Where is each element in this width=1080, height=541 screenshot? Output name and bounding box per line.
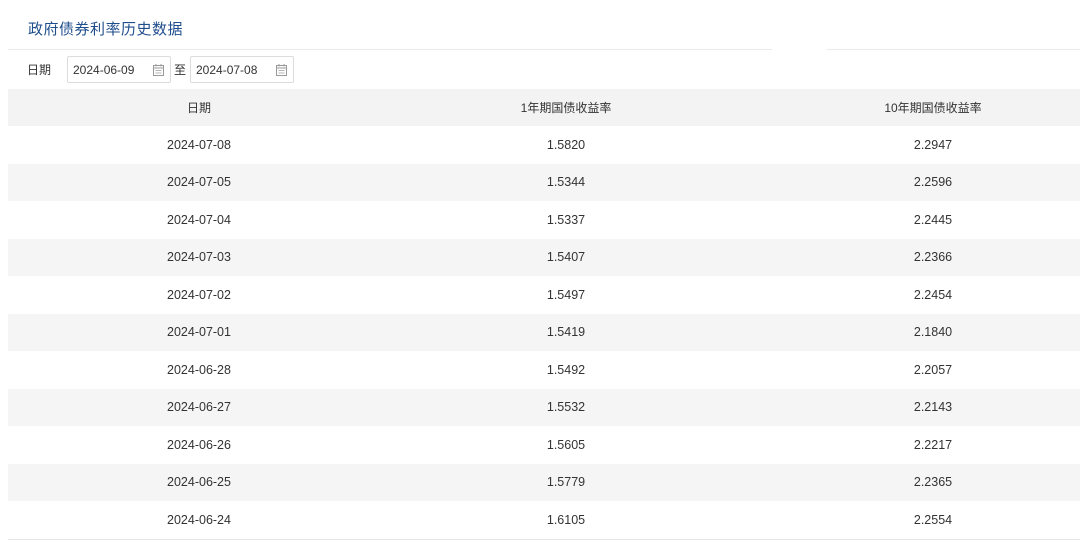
- cell-10y-yield: 2.2947: [913, 137, 953, 152]
- cell-10y-yield: 2.2554: [913, 512, 953, 527]
- title-divider: [8, 49, 772, 50]
- title-bar: 政府债券利率历史数据: [0, 0, 1080, 50]
- cell-1y-yield: 1.5344: [546, 175, 586, 190]
- cell-10y-yield: 2.2445: [913, 212, 953, 227]
- cell-10y-yield: 2.1840: [913, 325, 953, 340]
- column-header-1y-yield[interactable]: 1年期国债收益率: [390, 89, 742, 126]
- cell-date: 2024-06-28: [167, 362, 231, 377]
- column-header-date[interactable]: 日期: [8, 89, 390, 126]
- title-divider: [826, 49, 1080, 50]
- cell-1y-yield: 1.5407: [546, 250, 586, 265]
- cell-10y-yield: 2.2365: [913, 475, 953, 490]
- cell-date: 2024-06-25: [167, 475, 231, 490]
- table-header-row: 日期 1年期国债收益率 10年期国债收益率: [8, 89, 1080, 126]
- cell-1y-yield: 1.5337: [546, 212, 586, 227]
- cell-date: 2024-07-04: [167, 212, 231, 227]
- calendar-icon[interactable]: [276, 64, 287, 76]
- cell-1y-yield: 1.5820: [546, 137, 586, 152]
- cell-10y-yield: 2.2217: [913, 437, 953, 452]
- cell-10y-yield: 2.2057: [913, 362, 953, 377]
- table-row: 2024-06-25 1.5779 2.2365: [8, 463, 1080, 501]
- start-date-value: 2024-06-09: [73, 63, 135, 77]
- cell-1y-yield: 1.5532: [546, 400, 586, 415]
- cell-1y-yield: 1.5497: [546, 287, 586, 302]
- start-date-input[interactable]: 2024-06-09: [67, 56, 171, 83]
- table-row: 2024-07-03 1.5407 2.2366: [8, 238, 1080, 276]
- cell-date: 2024-07-08: [167, 137, 231, 152]
- table-row: 2024-07-02 1.5497 2.2454: [8, 276, 1080, 314]
- cell-date: 2024-07-01: [167, 325, 231, 340]
- cell-1y-yield: 1.5779: [546, 475, 586, 490]
- cell-10y-yield: 2.2596: [913, 175, 953, 190]
- date-filter-label: 日期: [27, 63, 52, 77]
- cell-date: 2024-06-27: [167, 400, 231, 415]
- table-row: 2024-06-24 1.6105 2.2554: [8, 501, 1080, 540]
- cell-1y-yield: 1.5605: [546, 437, 586, 452]
- bond-yield-table: 日期 1年期国债收益率 10年期国债收益率 2024-07-08 1.5820 …: [8, 89, 1080, 540]
- end-date-value: 2024-07-08: [196, 63, 258, 77]
- table-row: 2024-07-01 1.5419 2.1840: [8, 313, 1080, 351]
- calendar-icon[interactable]: [153, 64, 164, 76]
- cell-date: 2024-06-26: [167, 437, 231, 452]
- cell-10y-yield: 2.2454: [913, 287, 953, 302]
- cell-10y-yield: 2.2366: [913, 250, 953, 265]
- table-row: 2024-06-26 1.5605 2.2217: [8, 426, 1080, 464]
- page-title: 政府债券利率历史数据: [28, 20, 184, 38]
- table-row: 2024-07-05 1.5344 2.2596: [8, 163, 1080, 201]
- cell-1y-yield: 1.5419: [546, 325, 586, 340]
- cell-date: 2024-07-05: [167, 175, 231, 190]
- cell-10y-yield: 2.2143: [913, 400, 953, 415]
- table-row: 2024-07-04 1.5337 2.2445: [8, 201, 1080, 239]
- column-header-10y-yield[interactable]: 10年期国债收益率: [742, 89, 1080, 126]
- table-row: 2024-06-27 1.5532 2.2143: [8, 388, 1080, 426]
- table-row: 2024-06-28 1.5492 2.2057: [8, 351, 1080, 389]
- cell-1y-yield: 1.5492: [546, 362, 586, 377]
- date-filter: 日期 2024-06-09 至 2024-07-08: [0, 56, 400, 85]
- cell-date: 2024-07-02: [167, 287, 231, 302]
- end-date-input[interactable]: 2024-07-08: [190, 56, 294, 83]
- table-row: 2024-07-08 1.5820 2.2947: [8, 126, 1080, 164]
- cell-1y-yield: 1.6105: [546, 512, 586, 527]
- date-range-separator: 至: [174, 63, 187, 77]
- cell-date: 2024-07-03: [167, 250, 231, 265]
- cell-date: 2024-06-24: [167, 512, 231, 527]
